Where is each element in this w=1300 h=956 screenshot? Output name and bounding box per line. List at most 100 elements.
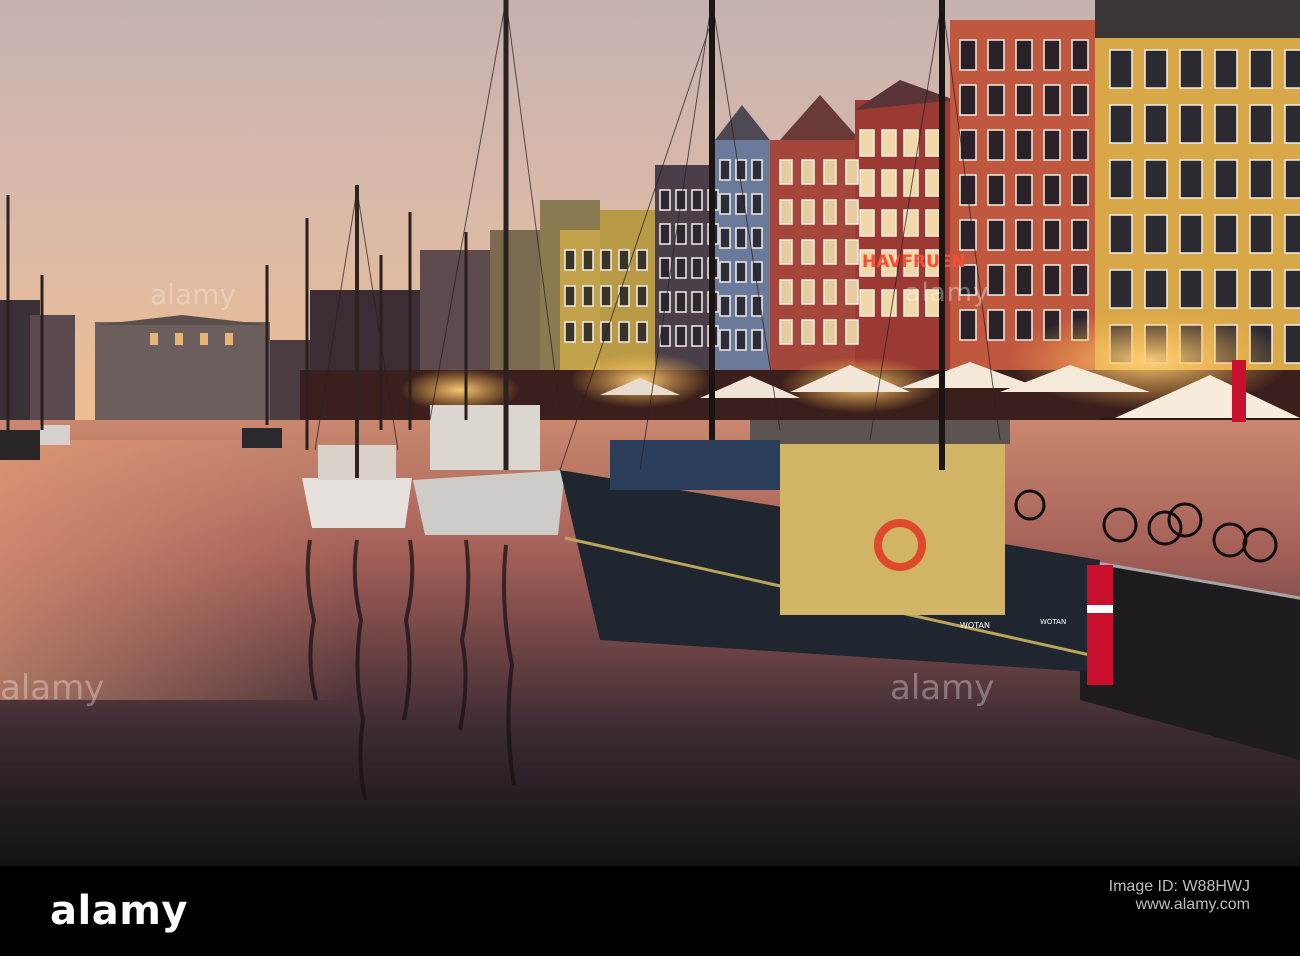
window [751,193,763,215]
alamy-logo: alamy [50,888,188,934]
window [1284,269,1300,309]
image-id-label: Image ID: W88HWJ [1108,878,1250,895]
window [987,174,1005,206]
window [959,309,977,341]
window [801,159,815,185]
window [691,325,703,347]
window [1249,104,1273,144]
image-meta: Image ID: W88HWJ www.alamy.com [1109,878,1250,914]
neon-sign: HAVFRUEN [862,252,966,272]
window [925,209,941,237]
window [1284,159,1300,199]
window [1015,174,1033,206]
window [823,279,837,305]
window [925,129,941,157]
window [1109,269,1133,309]
window [691,257,703,279]
window [1214,49,1238,89]
window [859,129,875,157]
window [1284,49,1300,89]
window [1043,84,1061,116]
window [582,249,594,271]
window [691,291,703,313]
window [675,291,687,313]
site-url: www.alamy.com [1135,896,1250,913]
watermark-center: alamy [904,278,990,308]
window [859,209,875,237]
window [659,223,671,245]
window [823,199,837,225]
window [1015,219,1033,251]
watermark-top: alamy [150,278,236,311]
window [735,329,747,351]
window [1043,219,1061,251]
stock-footer: alamy Image ID: W88HWJ www.alamy.com [0,866,1300,956]
window [719,159,731,181]
window [636,285,648,307]
window [987,219,1005,251]
window [1071,39,1089,71]
window [1179,104,1203,144]
window [582,321,594,343]
window [987,84,1005,116]
window [881,169,897,197]
window [845,319,859,345]
window [1144,49,1168,89]
window [1179,159,1203,199]
window [959,39,977,71]
canal-scene: HAVFRUEN WOTAN WOTAN [0,0,1300,866]
window [1109,104,1133,144]
window [618,321,630,343]
window [719,227,731,249]
window [719,295,731,317]
window [636,321,648,343]
window [1249,269,1273,309]
window [1179,269,1203,309]
window [1144,159,1168,199]
window [659,189,671,211]
window [735,295,747,317]
window [564,285,576,307]
window [903,129,919,157]
window [925,169,941,197]
window [959,84,977,116]
window [959,219,977,251]
window [1179,214,1203,254]
window [1043,129,1061,161]
window [719,261,731,283]
window [751,227,763,249]
window [823,319,837,345]
window [735,261,747,283]
window [564,321,576,343]
window [1214,269,1238,309]
window [779,319,793,345]
window [881,129,897,157]
window [823,239,837,265]
window [1015,39,1033,71]
window [903,209,919,237]
window [1214,159,1238,199]
window [823,159,837,185]
window [987,129,1005,161]
window [801,279,815,305]
window [1071,219,1089,251]
watermark-left: alamy [0,668,105,708]
window [779,239,793,265]
boat-name-stern: WOTAN [1040,618,1066,626]
window [735,227,747,249]
window [1109,214,1133,254]
window [1109,49,1133,89]
window [1179,49,1203,89]
watermark-right: alamy [890,668,995,708]
window [1015,129,1033,161]
window [1214,104,1238,144]
window [564,249,576,271]
window [675,325,687,347]
window [1284,214,1300,254]
window [1015,84,1033,116]
window [600,285,612,307]
window [1071,264,1089,296]
window [859,169,875,197]
window [636,249,648,271]
window [1109,159,1133,199]
